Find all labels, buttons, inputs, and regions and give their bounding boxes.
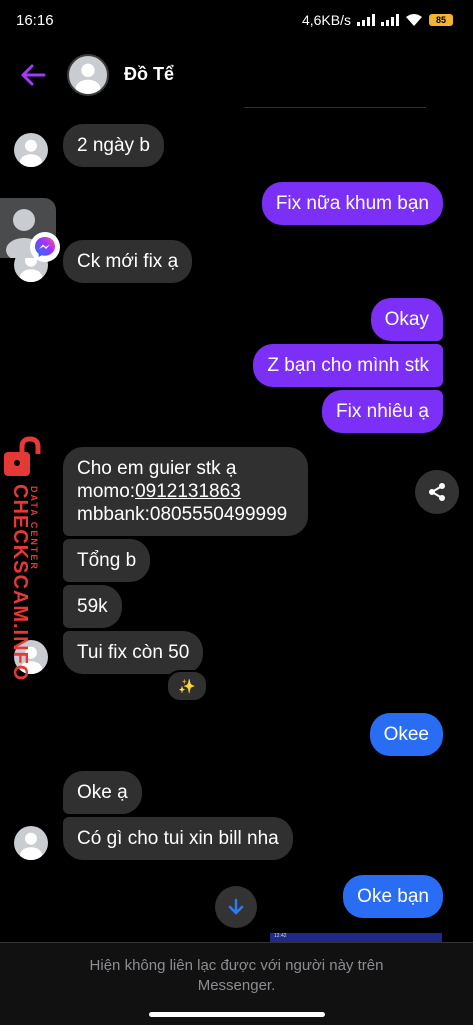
battery-icon: 85 (429, 14, 453, 26)
divider (244, 107, 426, 108)
wifi-icon (406, 14, 422, 26)
back-arrow-icon[interactable] (20, 62, 46, 88)
message-outgoing[interactable]: Okee (369, 713, 443, 756)
watermark-tagline: DATA CENTER (29, 486, 39, 571)
home-indicator[interactable] (149, 1012, 325, 1017)
status-indicators: 4,6KB/s 85 (302, 12, 453, 28)
message-text: momo: (77, 481, 136, 502)
message-line: mbbank:0805550499999 (77, 504, 288, 525)
message-incoming[interactable]: Oke ạ (63, 771, 142, 814)
network-speed: 4,6KB/s (301, 12, 351, 28)
message-incoming[interactable]: Tổng b (63, 539, 151, 582)
watermark-brand: CHECKSCAM.INFO (9, 484, 31, 682)
message-line: momo:0912131863 (77, 480, 294, 503)
share-button[interactable] (415, 470, 459, 514)
message-incoming[interactable]: Cho em guier stk ạ momo:0912131863 mbban… (63, 447, 308, 536)
sender-avatar[interactable] (14, 826, 48, 860)
unavailable-notice: Hiện không liên lạc được với người này t… (0, 956, 473, 996)
phone-number-link[interactable]: 0912131863 (135, 481, 241, 502)
avatar-icon (19, 832, 43, 860)
avatar-icon (75, 63, 101, 94)
message-incoming[interactable]: 59k (63, 585, 122, 628)
notice-line: Messenger. (197, 977, 276, 994)
contact-name[interactable]: Đồ Tể (124, 64, 174, 85)
status-time: 16:16 (16, 12, 54, 29)
message-incoming[interactable]: 2 ngày b (63, 124, 164, 167)
arrow-down-icon (228, 898, 244, 915)
share-icon (429, 483, 445, 501)
lock-icon (4, 436, 41, 476)
message-incoming[interactable]: Ck mới fix ạ (63, 240, 193, 283)
signal-icon (381, 14, 399, 26)
notice-line: Hiện không liên lạc được với người này t… (89, 957, 384, 974)
contact-avatar[interactable] (67, 54, 109, 96)
signal-icon (357, 14, 375, 26)
messenger-icon (30, 232, 60, 262)
message-line: Cho em guier stk ạ (77, 458, 237, 479)
message-outgoing[interactable]: Z bạn cho mình stk (253, 344, 443, 387)
message-outgoing[interactable]: Oke bạn (343, 875, 443, 918)
thumbnail-time: 12:42 (274, 933, 287, 939)
sender-avatar[interactable] (14, 133, 48, 167)
avatar-icon (19, 139, 43, 167)
message-outgoing[interactable]: Okay (370, 298, 443, 341)
sparkles-icon: ✨ (178, 677, 196, 694)
sparkles-reaction[interactable]: ✨ (166, 670, 208, 702)
scroll-to-bottom-button[interactable] (215, 886, 257, 928)
message-incoming[interactable]: Tui fix còn 50 (63, 631, 204, 674)
message-outgoing[interactable]: Fix nữa khum bạn (261, 182, 443, 225)
message-incoming[interactable]: Có gì cho tui xin bill nha (63, 817, 293, 860)
message-outgoing[interactable]: Fix nhiêu ạ (322, 390, 443, 433)
